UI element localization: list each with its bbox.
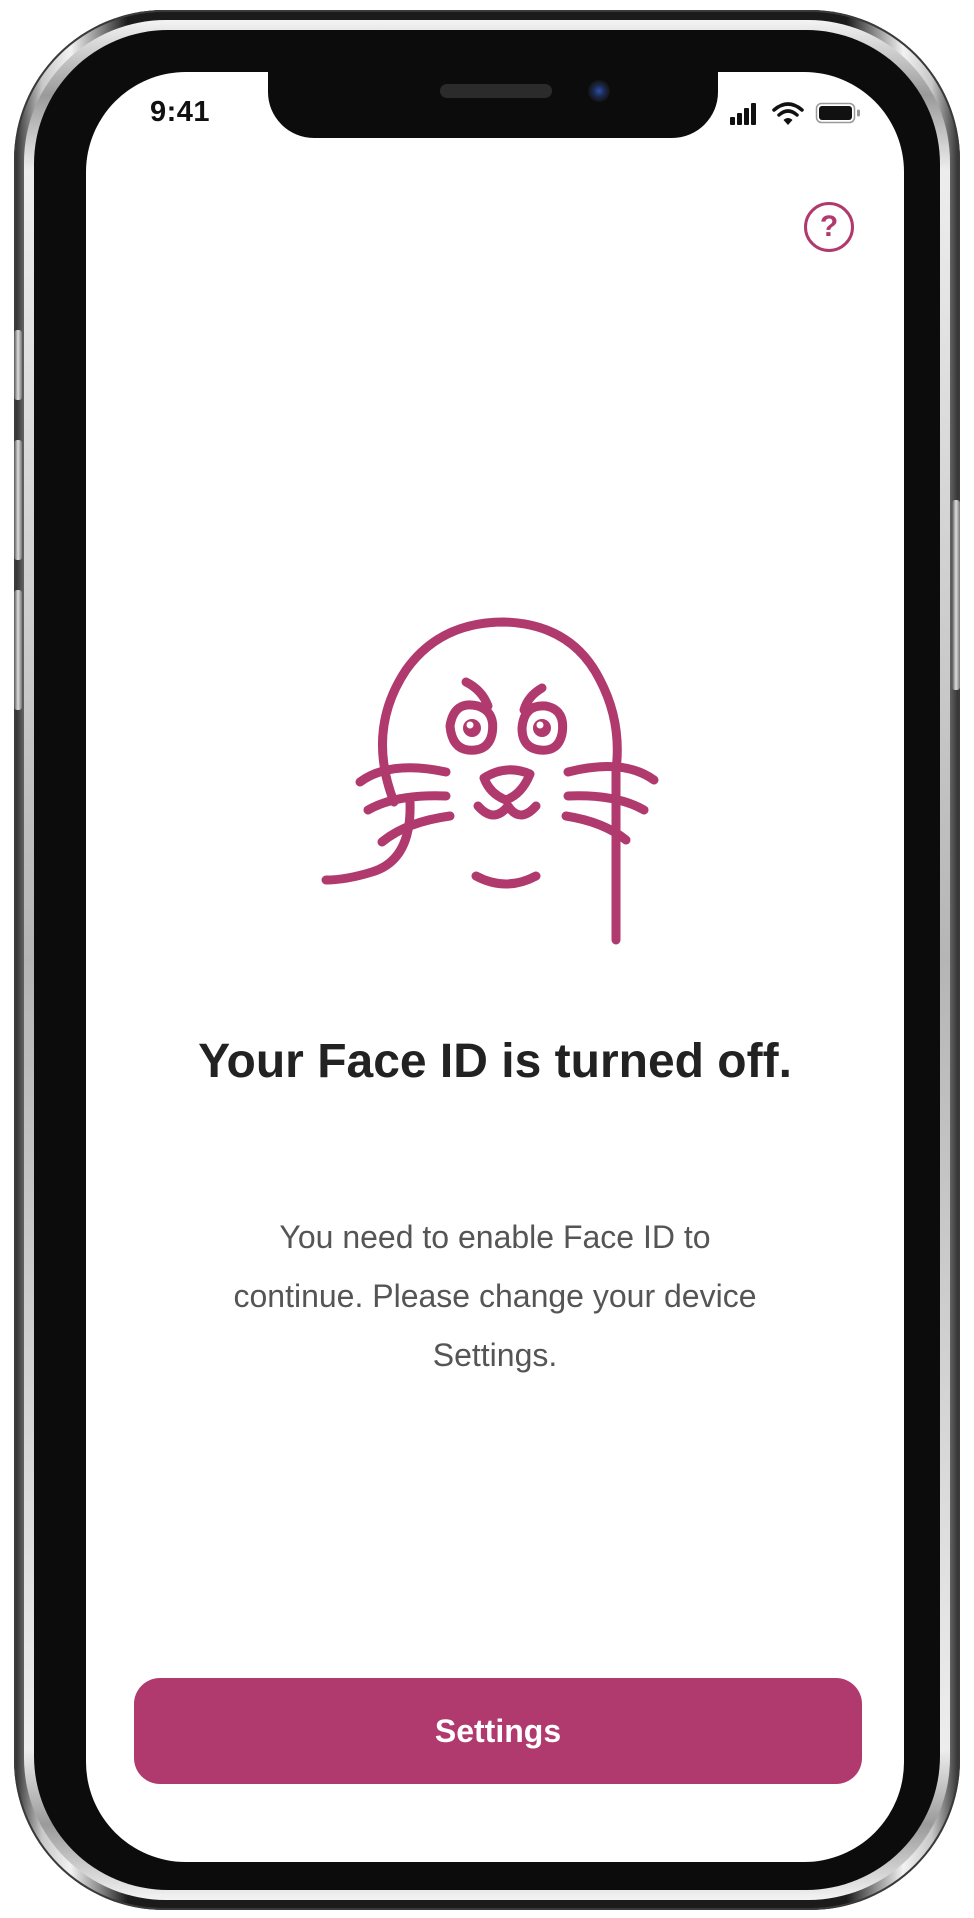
status-time: 9:41 [150,96,211,128]
message-line: continue. Please change your device [233,1278,757,1314]
settings-button-label: Settings [434,1712,562,1749]
sad-seal-illustration [321,617,659,945]
volume-down-button [14,590,22,710]
wifi-icon [772,102,804,125]
front-camera [588,80,610,102]
message-text: You need to enable Face ID to continue. … [150,1208,840,1385]
battery-icon [815,102,860,124]
help-button[interactable]: ? [804,202,854,252]
phone-notch [268,72,718,138]
phone-screen [86,72,904,1862]
cellular-signal-icon [730,103,756,125]
page-title: Your Face ID is turned off. [198,1035,792,1088]
settings-button[interactable]: Settings [134,1678,862,1784]
power-button [952,500,960,690]
phone-mockup: 9:41 ? Your Face ID is turned off. You n… [0,0,974,1918]
volume-up-button [14,440,22,560]
message-line: You need to enable Face ID to [279,1219,711,1255]
help-icon: ? [819,210,839,243]
earpiece-speaker [440,84,552,98]
message-line: Settings. [432,1337,558,1373]
mute-switch [14,330,22,400]
status-icons [730,102,860,125]
